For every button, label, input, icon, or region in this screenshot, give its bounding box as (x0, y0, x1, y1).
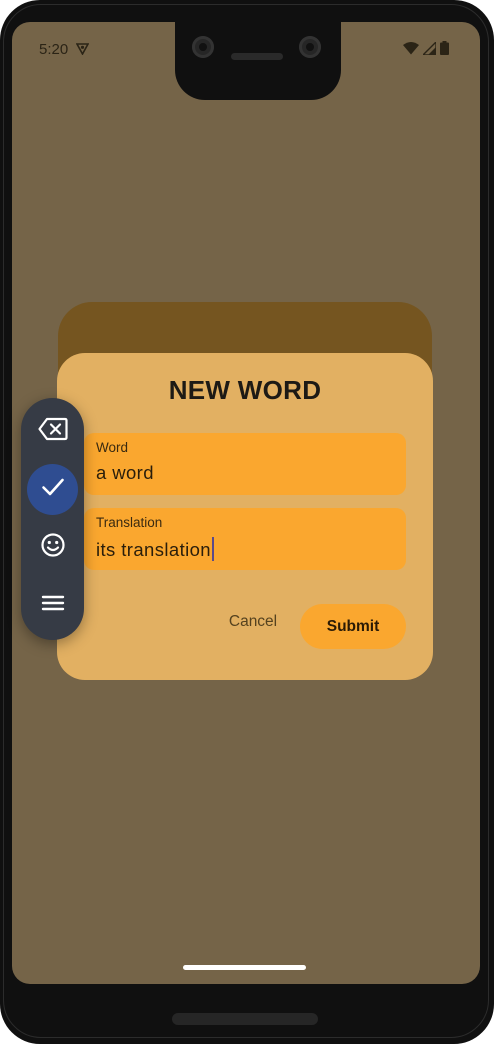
camera-notch (175, 22, 341, 100)
menu-icon (41, 594, 65, 617)
phone-frame: 5:20 NEW WORD Word a word Translation it… (0, 0, 499, 1044)
word-field-label: Word (96, 440, 129, 455)
status-icons (403, 39, 449, 59)
cell-signal-icon (421, 39, 437, 59)
backspace-icon (37, 417, 68, 446)
cancel-button[interactable]: Cancel (213, 604, 293, 640)
backspace-button[interactable] (27, 406, 78, 457)
word-field-value[interactable]: a word (96, 462, 154, 484)
wifi-icon (403, 41, 419, 59)
check-icon (41, 477, 65, 502)
home-indicator[interactable] (183, 965, 306, 970)
translation-field-label: Translation (96, 515, 163, 530)
earpiece-speaker (231, 53, 283, 60)
submit-button[interactable]: Submit (300, 604, 406, 649)
front-camera-icon (192, 36, 214, 58)
translation-field[interactable]: Translation its translation (84, 508, 406, 570)
status-time: 5:20 (39, 41, 69, 58)
dialog-title: NEW WORD (168, 375, 322, 405)
text-cursor (212, 537, 214, 561)
front-camera-icon (299, 36, 321, 58)
battery-icon (440, 41, 449, 59)
emoji-icon (40, 532, 66, 563)
word-field[interactable]: Word a word (84, 433, 406, 495)
bottom-speaker-grille (172, 1013, 318, 1025)
floating-keyboard-toolbar (21, 398, 84, 640)
vpn-key-icon (75, 42, 90, 56)
emoji-button[interactable] (27, 522, 78, 573)
menu-button[interactable] (27, 580, 78, 631)
done-button[interactable] (27, 464, 78, 515)
new-word-dialog: NEW WORD Word a word Translation its tra… (57, 353, 433, 680)
translation-field-input[interactable]: its translation (96, 537, 214, 561)
translation-field-value: its translation (96, 539, 211, 560)
